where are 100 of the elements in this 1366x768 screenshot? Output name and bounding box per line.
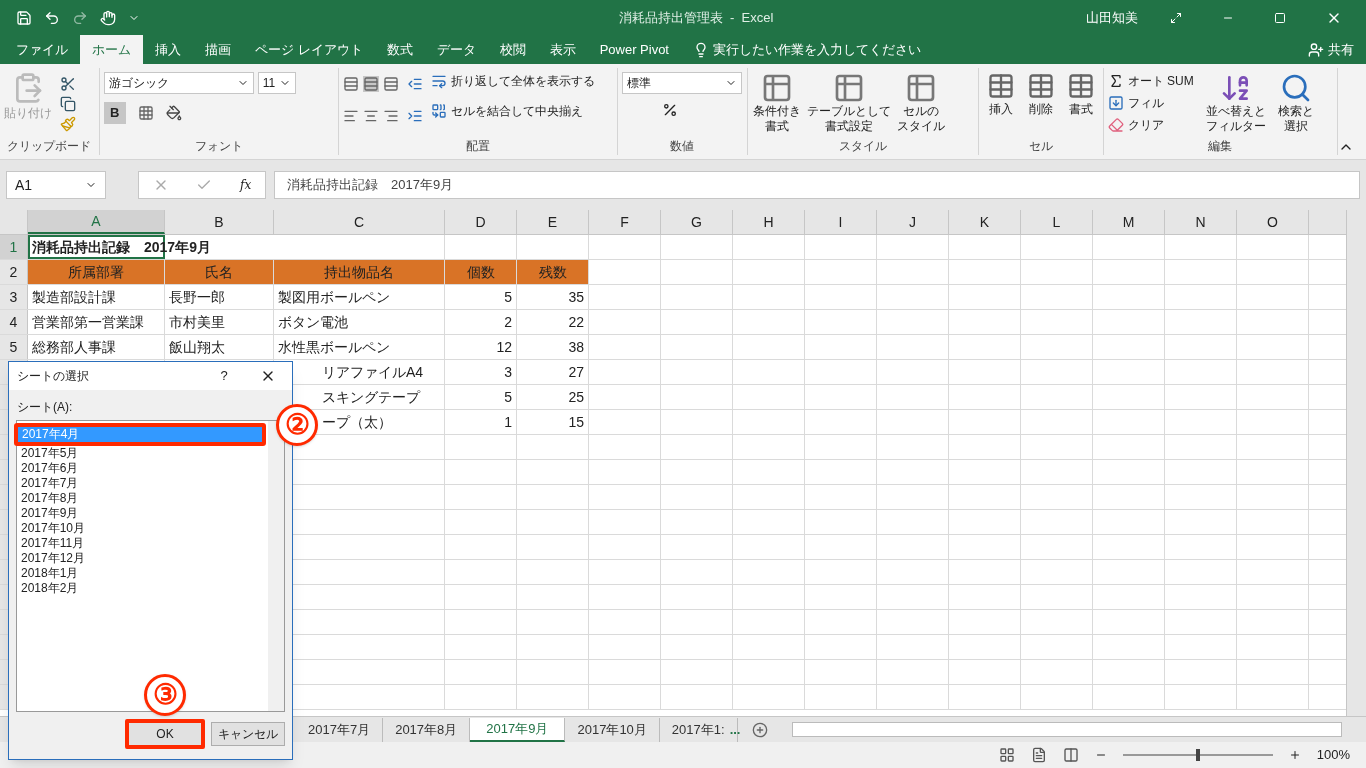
column-header[interactable]: J [877,210,949,234]
undo-icon[interactable] [44,9,60,26]
clear-button[interactable]: クリア [1107,116,1194,134]
row-header[interactable]: 2 [0,260,28,284]
normal-view-icon[interactable] [998,747,1015,763]
cancel-button[interactable]: キャンセル [211,722,285,746]
page-layout-icon[interactable] [1030,747,1047,763]
ribbon-tab[interactable]: データ [424,35,488,64]
align-left-icon[interactable] [342,108,359,124]
column-header[interactable]: E [517,210,589,234]
cell-button[interactable]: 削除 [1026,72,1055,118]
column-header[interactable]: F [589,210,661,234]
table-cell: 12 [445,335,517,359]
fill-button[interactable]: フィル [1107,94,1194,112]
sheet-tab[interactable]: 2017年7月 [296,717,384,742]
cell-button[interactable]: 挿入 [986,72,1015,118]
style-button[interactable]: 条件付き 書式 [751,72,802,134]
align-bottom-icon[interactable] [382,76,399,92]
borders-icon[interactable] [137,105,154,121]
column-header[interactable]: A [28,210,165,234]
sort-filter-button[interactable]: 並べ替えと フィルター [1205,72,1266,134]
row-header[interactable]: 1 [0,235,28,259]
outdent-icon[interactable] [406,76,423,92]
table-cell: 27 [517,360,589,384]
column-header[interactable]: K [949,210,1021,234]
share-button[interactable]: 共有 [1308,35,1362,64]
column-header[interactable]: D [445,210,517,234]
user-name: 山田知美 [1086,8,1138,27]
column-header[interactable]: B [165,210,274,234]
tell-me-field[interactable]: 実行したい作業を入力してください [713,39,921,60]
cell-button[interactable]: 書式 [1066,72,1095,118]
ribbon-tab[interactable]: ファイル [4,35,80,64]
ribbon-tab[interactable]: ホーム [80,35,143,64]
sheet-list-item[interactable]: 2017年9月 [17,506,266,521]
column-header[interactable]: L [1021,210,1093,234]
new-sheet-icon[interactable] [752,721,769,738]
autosum-button[interactable]: オート SUM [1107,72,1194,90]
name-box[interactable]: A1 [6,171,106,199]
header-cell: 残数 [517,260,589,284]
ok-button[interactable]: OK [125,719,205,749]
font-size-field[interactable]: 11 [257,72,296,94]
ribbon-tab[interactable]: 描画 [193,35,243,64]
row-header[interactable]: 4 [0,310,28,334]
formula-field[interactable]: 消耗品持出記録 2017年9月 [274,171,1360,199]
table-cell: ボタン電池 [274,310,445,334]
ribbon-tab[interactable]: 校閲 [487,35,538,64]
column-header[interactable]: C [274,210,445,234]
sheet-tab[interactable]: 2017年9月 [470,717,566,742]
find-select-button[interactable]: 検索と 選択 [1277,72,1314,134]
fill-color-icon[interactable] [165,105,182,121]
merge-center-button[interactable]: セルを結合して中央揃え [430,102,595,120]
sheet-list-item[interactable]: 2017年8月 [17,491,266,506]
sheet-list-item[interactable]: 2017年11月 [17,536,266,551]
align-center-icon[interactable] [362,108,379,124]
sheet-list-item[interactable]: 2017年12月 [17,551,266,566]
copy-icon[interactable] [60,96,76,112]
cut-icon[interactable] [60,76,76,92]
ribbon-tab[interactable]: 数式 [374,35,425,64]
column-header[interactable]: N [1165,210,1237,234]
column-header[interactable]: G [661,210,733,234]
font-name-field[interactable]: 游ゴシック [103,72,254,94]
style-button[interactable]: テーブルとして 書式設定 [805,72,892,134]
sheet-tab[interactable]: 2017年10月 [565,717,660,742]
sheet-list-item[interactable]: 2018年1月 [17,566,266,581]
align-top-icon[interactable] [342,76,359,92]
sheet-list-item[interactable]: 2017年7月 [17,476,266,491]
function-button[interactable]: fx [240,176,252,194]
horizontal-scrollbar[interactable] [792,722,1342,737]
touch-icon[interactable] [100,9,116,26]
column-header[interactable]: M [1093,210,1165,234]
wrap-text-button[interactable]: 折り返して全体を表示する [430,72,595,90]
sheet-list-item[interactable]: 2017年6月 [17,461,266,476]
number-format-field[interactable]: 標準 [621,72,742,94]
zoom-in-icon[interactable] [1288,749,1301,761]
restore-icon[interactable] [1274,11,1286,24]
ribbon-tab[interactable]: ページ レイアウト [243,35,375,64]
ribbon-tab[interactable]: 表示 [537,35,588,64]
column-header[interactable]: I [805,210,877,234]
percent-icon[interactable] [661,102,678,118]
ribbon-tab[interactable]: Power Pivot [587,35,681,64]
sheet-list-item[interactable]: 2017年5月 [17,446,266,461]
page-break-icon[interactable] [1062,747,1079,763]
help-button[interactable]: ? [212,366,236,386]
save-icon[interactable] [16,9,32,26]
align-right-icon[interactable] [382,108,399,124]
vertical-scrollbar[interactable] [1346,210,1366,716]
indent-icon[interactable] [406,108,423,124]
column-header[interactable]: H [733,210,805,234]
sheet-list-item[interactable]: 2018年2月 [17,581,266,596]
zoom-level[interactable]: 100% [1316,745,1350,765]
row-header[interactable]: 3 [0,285,28,309]
row-header[interactable]: 5 [0,335,28,359]
column-header[interactable]: O [1237,210,1309,234]
zoom-slider-thumb[interactable] [1195,749,1200,761]
ribbon-tab[interactable]: 挿入 [143,35,193,64]
more-tabs-indicator[interactable]: ... [729,719,741,740]
bold-button[interactable]: B [103,102,126,124]
sheet-list-item[interactable]: 2017年10月 [17,521,266,536]
style-button[interactable]: セルの スタイル [895,72,946,134]
align-middle-icon[interactable] [362,76,379,92]
